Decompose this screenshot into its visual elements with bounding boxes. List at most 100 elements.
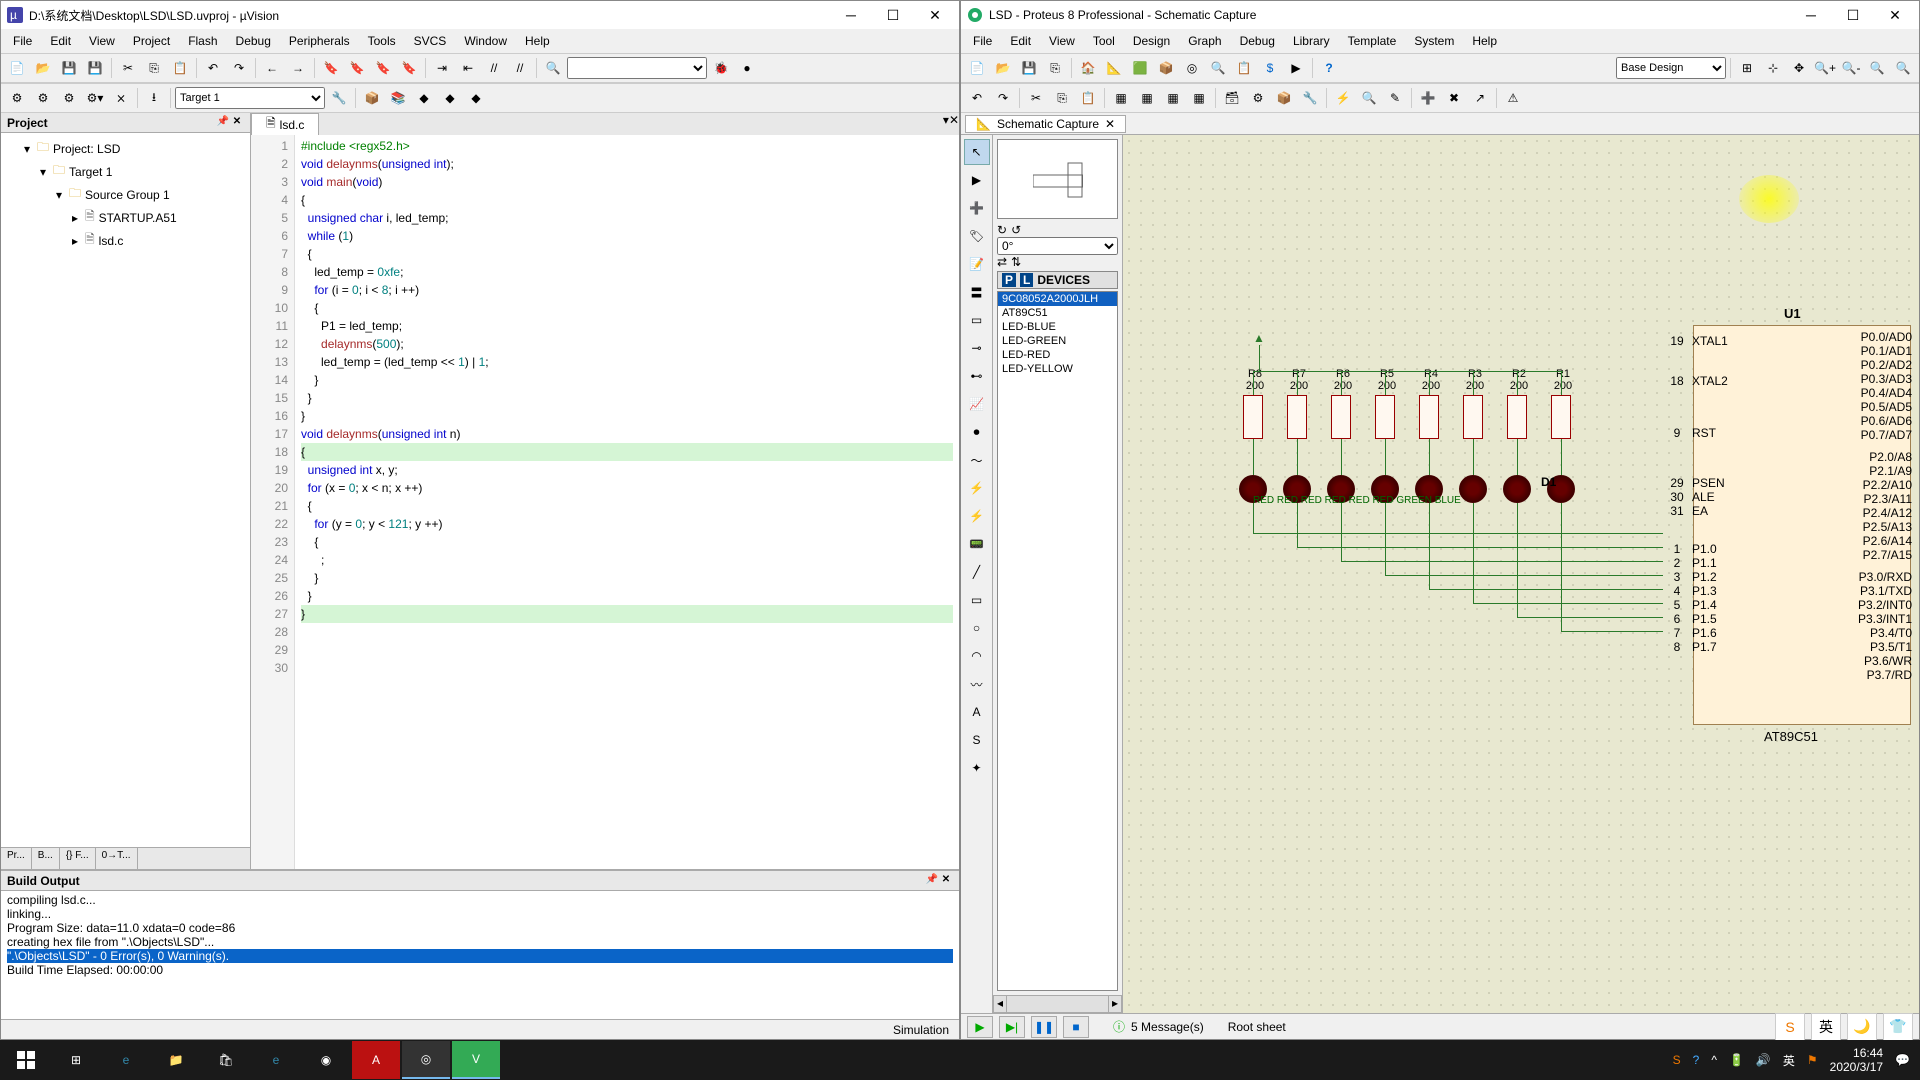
menu-flash[interactable]: Flash bbox=[180, 32, 225, 50]
pan-icon[interactable]: ✥ bbox=[1787, 56, 1811, 80]
zoom-in-icon[interactable]: 🔍+ bbox=[1813, 56, 1837, 80]
pin-icon[interactable]: 📌 bbox=[925, 874, 939, 888]
debug-icon[interactable]: 🐞 bbox=[709, 56, 733, 80]
virtual-instruments-icon[interactable]: 📟 bbox=[964, 531, 990, 557]
menu-peripherals[interactable]: Peripherals bbox=[281, 32, 358, 50]
source-code-icon[interactable]: $ bbox=[1258, 56, 1282, 80]
close-project-icon[interactable]: ⎘ bbox=[1043, 56, 1067, 80]
remove-sheet-icon[interactable]: ✖ bbox=[1442, 86, 1466, 110]
scroll-right-icon[interactable]: ▸ bbox=[1108, 995, 1122, 1013]
3d-visualizer-icon[interactable]: 📦 bbox=[1154, 56, 1178, 80]
toggle-wire-auto-icon[interactable]: ⚡ bbox=[1331, 86, 1355, 110]
bottom-tab[interactable]: Pr... bbox=[1, 848, 32, 869]
property-assign-icon[interactable]: ✎ bbox=[1383, 86, 1407, 110]
buses-icon[interactable]: 〓 bbox=[964, 279, 990, 305]
menu-tools[interactable]: Tools bbox=[360, 32, 404, 50]
indent-icon[interactable]: ⇥ bbox=[430, 56, 454, 80]
tree-file-startup[interactable]: ▸🗎STARTUP.A51 bbox=[5, 206, 246, 229]
ime-shirt-icon[interactable]: 👕 bbox=[1883, 1013, 1913, 1041]
close-button[interactable]: ✕ bbox=[1877, 3, 1913, 27]
step-button[interactable]: ▶| bbox=[999, 1016, 1025, 1038]
menu-file[interactable]: File bbox=[5, 32, 40, 50]
schematic-tab[interactable]: 📐 Schematic Capture ✕ bbox=[965, 115, 1126, 133]
vsm-studio-icon[interactable]: ▶ bbox=[1284, 56, 1308, 80]
menu-help[interactable]: Help bbox=[1464, 32, 1505, 50]
resistor-R1[interactable]: R1200 bbox=[1551, 395, 1571, 439]
wire-label-icon[interactable]: 🏷 bbox=[964, 223, 990, 249]
block-delete-icon[interactable]: ▦ bbox=[1187, 86, 1211, 110]
zoom-all-icon[interactable]: 🔍 bbox=[1865, 56, 1889, 80]
manage-component-icon[interactable]: ◆ bbox=[412, 86, 436, 110]
resistor-R4[interactable]: R4200 bbox=[1419, 395, 1439, 439]
menu-edit[interactable]: Edit bbox=[1002, 32, 1039, 50]
find-combo[interactable] bbox=[567, 57, 707, 79]
pin-P3.7/RD[interactable]: P3.7/RD17 bbox=[1863, 668, 1919, 682]
tape-recorder-icon[interactable]: ⏺ bbox=[964, 419, 990, 445]
device-pins-icon[interactable]: ⊷ bbox=[964, 363, 990, 389]
device-item[interactable]: LED-YELLOW bbox=[998, 362, 1117, 376]
2d-markers-icon[interactable]: ✦ bbox=[964, 755, 990, 781]
menu-system[interactable]: System bbox=[1406, 32, 1462, 50]
save-all-icon[interactable]: 💾 bbox=[83, 56, 107, 80]
copy-icon[interactable]: ⎘ bbox=[1050, 86, 1074, 110]
menu-view[interactable]: View bbox=[81, 32, 123, 50]
bom-icon[interactable]: 📋 bbox=[1232, 56, 1256, 80]
pin-P3.1/TXD[interactable]: P3.1/TXD11 bbox=[1856, 584, 1919, 598]
menu-graph[interactable]: Graph bbox=[1180, 32, 1229, 50]
pin-P3.5/T1[interactable]: P3.5/T115 bbox=[1866, 640, 1919, 654]
toggle-grid-icon[interactable]: ⊞ bbox=[1735, 56, 1759, 80]
voltage-probe-icon[interactable]: ⚡ bbox=[964, 475, 990, 501]
block-copy-icon[interactable]: ▦ bbox=[1109, 86, 1133, 110]
pin-P2.0/A8[interactable]: P2.0/A821 bbox=[1865, 450, 1919, 464]
breakpoint-icon[interactable]: ● bbox=[735, 56, 759, 80]
pin-P0.4/AD4[interactable]: P0.4/AD435 bbox=[1857, 386, 1919, 400]
device-item[interactable]: LED-RED bbox=[998, 348, 1117, 362]
packaging-icon[interactable]: 📦 bbox=[1272, 86, 1296, 110]
help-icon[interactable]: ? bbox=[1317, 56, 1341, 80]
menu-file[interactable]: File bbox=[965, 32, 1000, 50]
design-selector[interactable]: Base Design bbox=[1616, 57, 1726, 79]
code-area[interactable]: #include <regx52.h>void delaynms(unsigne… bbox=[295, 135, 959, 869]
menu-library[interactable]: Library bbox=[1285, 32, 1338, 50]
paste-icon[interactable]: 📋 bbox=[1076, 86, 1100, 110]
menu-debug[interactable]: Debug bbox=[1232, 32, 1283, 50]
schematic-capture-icon[interactable]: 📐 bbox=[1102, 56, 1126, 80]
close-pane-icon[interactable]: ✕ bbox=[230, 116, 244, 130]
manage-env-icon[interactable]: 📦 bbox=[360, 86, 384, 110]
pin-RST[interactable]: 9RST bbox=[1666, 426, 1720, 440]
menu-design[interactable]: Design bbox=[1125, 32, 1178, 50]
chip-u1[interactable]: U1 AT89C51 19XTAL118XTAL29RST29PSEN30ALE… bbox=[1693, 325, 1911, 725]
2d-circle-icon[interactable]: ○ bbox=[964, 615, 990, 641]
pin-P1.5[interactable]: 6P1.5 bbox=[1666, 612, 1721, 626]
pin-P0.3/AD3[interactable]: P0.3/AD336 bbox=[1857, 372, 1919, 386]
pin-P1.1[interactable]: 2P1.1 bbox=[1666, 556, 1721, 570]
undo-icon[interactable]: ↶ bbox=[201, 56, 225, 80]
pin-P2.4/A12[interactable]: P2.4/A1225 bbox=[1859, 506, 1919, 520]
build-output-body[interactable]: compiling lsd.c...linking...Program Size… bbox=[1, 891, 959, 1019]
download-icon[interactable]: ⭳ bbox=[142, 86, 166, 110]
make-device-icon[interactable]: ⚙ bbox=[1246, 86, 1270, 110]
gerber-viewer-icon[interactable]: ◎ bbox=[1180, 56, 1204, 80]
device-item[interactable]: LED-BLUE bbox=[998, 320, 1117, 334]
device-item[interactable]: LED-GREEN bbox=[998, 334, 1117, 348]
tree-source-group[interactable]: ▾🗀Source Group 1 bbox=[5, 183, 246, 206]
mirror-h-icon[interactable]: ⇄ bbox=[997, 255, 1007, 269]
pin-P0.7/AD7[interactable]: P0.7/AD732 bbox=[1857, 428, 1919, 442]
tray-flag-icon[interactable]: ⚑ bbox=[1807, 1053, 1818, 1067]
scroll-left-icon[interactable]: ◂ bbox=[993, 995, 1007, 1013]
tray-notifications-icon[interactable]: 💬 bbox=[1895, 1053, 1910, 1067]
resistor-R8[interactable]: R8200 bbox=[1243, 395, 1263, 439]
pin-ALE[interactable]: 30ALE bbox=[1666, 490, 1719, 504]
text-script-icon[interactable]: 📝 bbox=[964, 251, 990, 277]
new-file-icon[interactable]: 📄 bbox=[5, 56, 29, 80]
redo-icon[interactable]: ↷ bbox=[227, 56, 251, 80]
pin-P0.2/AD2[interactable]: P0.2/AD237 bbox=[1857, 358, 1919, 372]
stop-build-icon[interactable]: ⨯ bbox=[109, 86, 133, 110]
pin-P1.6[interactable]: 7P1.6 bbox=[1666, 626, 1721, 640]
zoom-out-icon[interactable]: 🔍- bbox=[1839, 56, 1863, 80]
nav-back-icon[interactable]: ← bbox=[260, 56, 284, 80]
tab-close-icon[interactable]: ✕ bbox=[949, 113, 959, 135]
selection-mode-icon[interactable]: ↖ bbox=[964, 139, 990, 165]
current-probe-icon[interactable]: ⚡ bbox=[964, 503, 990, 529]
close-output-icon[interactable]: ✕ bbox=[939, 874, 953, 888]
